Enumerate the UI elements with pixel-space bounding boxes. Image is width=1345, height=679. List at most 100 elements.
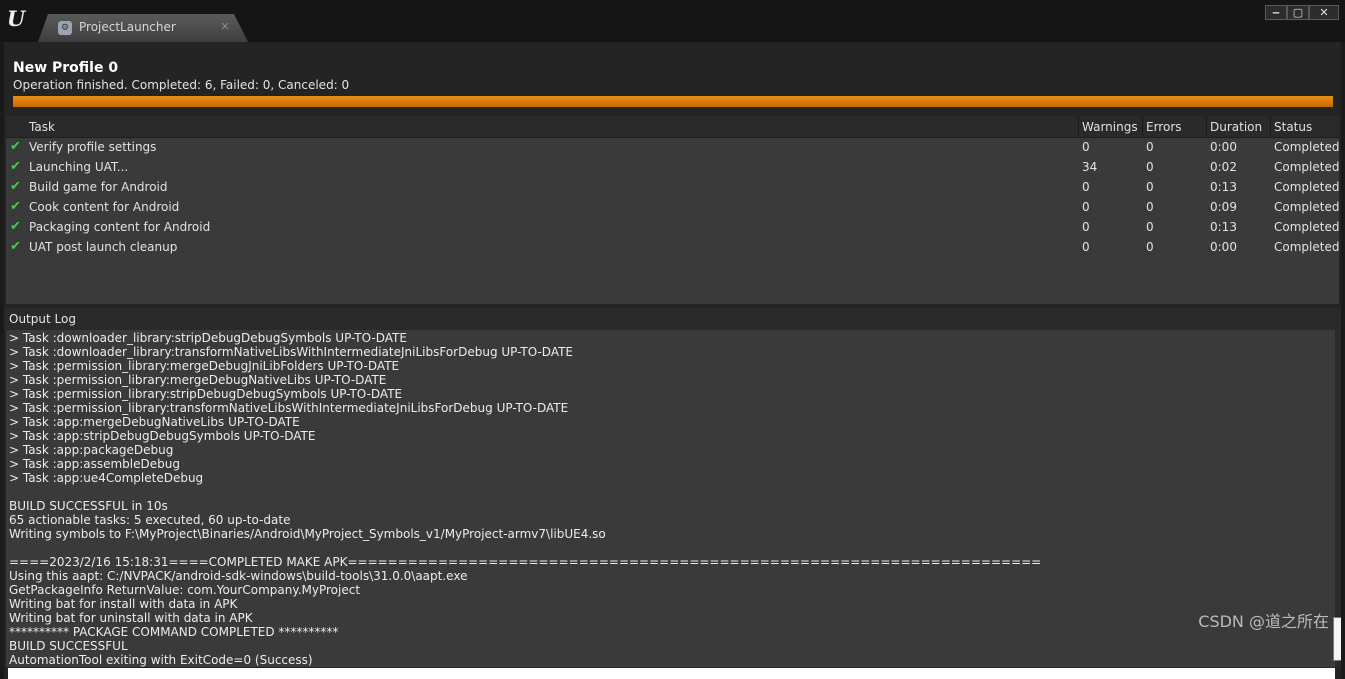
task-row[interactable]: ✔ UAT post launch cleanup 0 0 0:00 Compl… xyxy=(6,238,1339,258)
output-log[interactable]: > Task :downloader_library:stripDebugDeb… xyxy=(6,330,1341,667)
task-warnings: 34 xyxy=(1082,160,1098,174)
check-icon: ✔ xyxy=(10,219,21,234)
title-bar: U ⚙ ProjectLauncher × ‒ ▢ ✕ xyxy=(0,0,1345,42)
output-log-header: Output Log xyxy=(4,308,1341,330)
task-errors: 0 xyxy=(1146,140,1154,154)
task-name: Verify profile settings xyxy=(29,140,157,154)
log-line: > Task :app:ue4CompleteDebug xyxy=(9,471,204,485)
task-duration: 0:13 xyxy=(1210,180,1237,194)
log-line: Writing bat for uninstall with data in A… xyxy=(9,611,253,625)
task-name: Cook content for Android xyxy=(29,200,180,214)
window-controls: ‒ ▢ ✕ xyxy=(1265,5,1339,21)
log-line: > Task :app:assembleDebug xyxy=(9,457,180,471)
progress-bar xyxy=(13,96,1333,107)
task-duration: 0:00 xyxy=(1210,140,1237,154)
log-line: 65 actionable tasks: 5 executed, 60 up-t… xyxy=(9,513,291,527)
task-warnings: 0 xyxy=(1082,180,1090,194)
task-warnings: 0 xyxy=(1082,220,1090,234)
task-errors: 0 xyxy=(1146,160,1154,174)
log-line: Writing bat for install with data in APK xyxy=(9,597,238,611)
log-line: BUILD SUCCESSFUL xyxy=(9,639,128,653)
watermark: CSDN @道之所在 xyxy=(1198,612,1329,631)
task-row[interactable]: ✔ Cook content for Android 0 0 0:09 Comp… xyxy=(6,198,1339,218)
log-line: Using this aapt: C:/NVPACK/android-sdk-w… xyxy=(9,569,468,583)
log-line: ********** PACKAGE COMMAND COMPLETED ***… xyxy=(9,625,339,639)
task-status: Completed xyxy=(1274,240,1340,254)
log-line: > Task :permission_library:transformNati… xyxy=(9,401,569,415)
task-status: Completed xyxy=(1274,220,1340,234)
task-warnings: 0 xyxy=(1082,240,1090,254)
task-name: Build game for Android xyxy=(29,180,168,194)
task-duration: 0:09 xyxy=(1210,200,1237,214)
task-table-header: Task Warnings Errors Duration Status xyxy=(6,116,1339,138)
task-errors: 0 xyxy=(1146,240,1154,254)
task-duration: 0:13 xyxy=(1210,220,1237,234)
log-line: AutomationTool exiting with ExitCode=0 (… xyxy=(9,653,313,667)
task-name: Packaging content for Android xyxy=(29,220,211,234)
task-status: Completed xyxy=(1274,140,1340,154)
check-icon: ✔ xyxy=(10,159,21,174)
log-scrollbar[interactable] xyxy=(1333,330,1341,667)
maximize-button[interactable]: ▢ xyxy=(1287,5,1309,20)
task-status: Completed xyxy=(1274,200,1340,214)
column-divider[interactable] xyxy=(1206,116,1207,138)
unreal-logo-icon: U xyxy=(6,6,26,31)
log-line: > Task :app:stripDebugDebugSymbols UP-TO… xyxy=(9,429,316,443)
log-line: > Task :downloader_library:transformNati… xyxy=(9,345,574,359)
check-icon: ✔ xyxy=(10,139,21,154)
log-line: > Task :permission_library:stripDebugDeb… xyxy=(9,387,403,401)
column-divider[interactable] xyxy=(1142,116,1143,138)
column-header-errors[interactable]: Errors xyxy=(1146,120,1182,134)
log-line: > Task :app:mergeDebugNativeLibs UP-TO-D… xyxy=(9,415,300,429)
task-errors: 0 xyxy=(1146,220,1154,234)
task-warnings: 0 xyxy=(1082,140,1090,154)
task-table: Task Warnings Errors Duration Status ✔ V… xyxy=(6,116,1339,304)
log-scroll-thumb[interactable] xyxy=(1333,617,1341,661)
tab-close-icon[interactable]: × xyxy=(220,19,230,33)
column-divider[interactable] xyxy=(1078,116,1079,138)
column-header-status[interactable]: Status xyxy=(1274,120,1312,134)
column-header-duration[interactable]: Duration xyxy=(1210,120,1262,134)
task-duration: 0:00 xyxy=(1210,240,1237,254)
tab-label: ProjectLauncher xyxy=(79,20,176,34)
task-warnings: 0 xyxy=(1082,200,1090,214)
tab-project-launcher[interactable]: ⚙ ProjectLauncher × xyxy=(38,14,248,42)
close-button[interactable]: ✕ xyxy=(1309,5,1339,20)
log-line: > Task :permission_library:mergeDebugNat… xyxy=(9,373,387,387)
log-lines: > Task :downloader_library:stripDebugDeb… xyxy=(9,331,1329,667)
task-row[interactable]: ✔ Launching UAT... 34 0 0:02 Completed xyxy=(6,158,1339,178)
log-line: > Task :permission_library:mergeDebugJni… xyxy=(9,359,400,373)
log-line: > Task :app:packageDebug xyxy=(9,443,174,457)
task-duration: 0:02 xyxy=(1210,160,1237,174)
log-line: GetPackageInfo ReturnValue: com.YourComp… xyxy=(9,583,361,597)
launcher-panel: New Profile 0 Operation finished. Comple… xyxy=(4,42,1341,679)
output-log-title: Output Log xyxy=(9,312,76,326)
column-header-task[interactable]: Task xyxy=(29,120,55,134)
check-icon: ✔ xyxy=(10,239,21,254)
task-errors: 0 xyxy=(1146,180,1154,194)
progress-fill xyxy=(13,96,1333,107)
task-row[interactable]: ✔ Verify profile settings 0 0 0:00 Compl… xyxy=(6,138,1339,158)
log-line: ====2023/2/16 15:18:31====COMPLETED MAKE… xyxy=(9,555,1042,569)
check-icon: ✔ xyxy=(10,199,21,214)
log-line: > Task :downloader_library:stripDebugDeb… xyxy=(9,331,407,345)
command-input[interactable] xyxy=(8,668,1335,679)
log-line: BUILD SUCCESSFUL in 10s xyxy=(9,499,168,513)
column-header-warnings[interactable]: Warnings xyxy=(1082,120,1138,134)
minimize-button[interactable]: ‒ xyxy=(1265,5,1287,20)
column-divider[interactable] xyxy=(1270,116,1271,138)
task-errors: 0 xyxy=(1146,200,1154,214)
task-row[interactable]: ✔ Build game for Android 0 0 0:13 Comple… xyxy=(6,178,1339,198)
task-name: Launching UAT... xyxy=(29,160,129,174)
task-status: Completed xyxy=(1274,160,1340,174)
task-name: UAT post launch cleanup xyxy=(29,240,178,254)
log-line: Writing symbols to F:\MyProject\Binaries… xyxy=(9,527,606,541)
launcher-icon: ⚙ xyxy=(58,21,72,35)
profile-title: New Profile 0 xyxy=(13,60,119,76)
check-icon: ✔ xyxy=(10,179,21,194)
task-row[interactable]: ✔ Packaging content for Android 0 0 0:13… xyxy=(6,218,1339,238)
task-status: Completed xyxy=(1274,180,1340,194)
operation-status: Operation finished. Completed: 6, Failed… xyxy=(13,78,350,92)
